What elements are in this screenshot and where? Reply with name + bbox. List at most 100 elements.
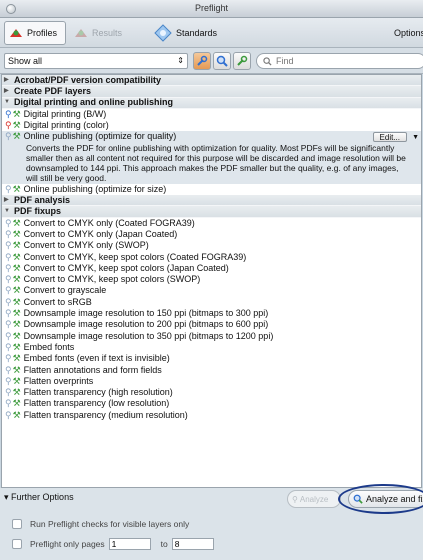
list-item[interactable]: ⚲ ⚒ Convert to CMYK only (Coated FOGRA39) (2, 218, 421, 229)
item-label: Convert to CMYK only (Japan Coated) (23, 228, 178, 239)
tab-profiles[interactable]: Profiles (4, 21, 66, 45)
check-filter-button[interactable] (213, 52, 231, 70)
list-item-selected[interactable]: ⚲ ⚒ Online publishing (optimize for quali… (2, 131, 421, 143)
list-item[interactable]: ⚲ ⚒ Convert to CMYK, keep spot colors (SWO… (2, 274, 421, 285)
item-label: Digital printing (color) (23, 120, 109, 131)
list-item[interactable]: ⚲ ⚒ Convert to CMYK, keep spot colors (Jap… (2, 263, 421, 274)
list-item[interactable]: ⚲ ⚒ Online publishing (optimize for size) (2, 184, 421, 195)
profile-tree[interactable]: ▶ Acrobat/PDF version compatibility ▶ Crea… (1, 74, 422, 488)
list-item[interactable]: ⚲ ⚒ Flatten transparency (low resolution) (2, 398, 421, 409)
wrench-icon: ⚒ (12, 319, 21, 330)
list-item[interactable]: ⚲ ⚒ Flatten transparency (medium resolutio… (2, 410, 421, 421)
tab-options-label: Options (394, 28, 423, 38)
list-item[interactable]: ⚲ ⚒ Flatten transparency (high resolution) (2, 387, 421, 398)
search-icon (263, 56, 272, 66)
standards-icon (154, 24, 172, 42)
page-to-input[interactable] (171, 538, 214, 550)
wrench-icon: ⚒ (12, 330, 21, 341)
group-label: PDF analysis (14, 195, 71, 205)
dropdown-arrow-icon[interactable]: ▼ (412, 132, 419, 142)
analyze-and-fix-label: Analyze and fix (365, 494, 423, 504)
item-label: Online publishing (optimize for size) (23, 183, 167, 194)
list-item[interactable]: ⚲ ⚒ Embed fonts (even if text is invisible… (2, 353, 421, 364)
analyze-button[interactable]: ⚲ Analyze (287, 490, 341, 508)
to-label: to (160, 539, 168, 549)
tab-results[interactable]: Results (74, 21, 122, 45)
list-item[interactable]: ⚲ ⚒ Convert to CMYK only (SWOP) (2, 240, 421, 251)
list-item[interactable]: ⚲ ⚒ Digital printing (color) (2, 120, 421, 131)
list-item[interactable]: ⚲ ⚒ Downsample image resolution to 150 ppi… (2, 308, 421, 319)
wrench-icon: ⚒ (12, 183, 21, 194)
item-label: Flatten transparency (high resolution) (23, 387, 173, 398)
search-input[interactable] (276, 56, 406, 66)
list-item[interactable]: ⚲ ⚒ Digital printing (B/W) (2, 109, 421, 120)
item-label: Convert to CMYK, keep spot colors (SWOP) (23, 274, 201, 285)
item-label: Online publishing (optimize for quality) (23, 131, 177, 142)
page-range-checkbox[interactable] (12, 539, 22, 549)
wrench-icon: ⚒ (12, 296, 21, 307)
list-item[interactable]: ⚲ ⚒ Convert to CMYK only (Japan Coated) (2, 229, 421, 240)
list-item[interactable]: ⚲ ⚒ Flatten annotations and form fields (2, 365, 421, 376)
item-label: Convert to CMYK, keep spot colors (Japan… (23, 262, 229, 273)
magnifier-icon: ⚲ (5, 308, 12, 319)
page-range-label: Preflight only pages (30, 539, 105, 549)
show-filter-select[interactable]: Show all ⇕ (4, 53, 188, 69)
page-range-option[interactable]: Preflight only pages to (12, 538, 214, 550)
fixup-filter-button[interactable] (193, 52, 211, 70)
wrench-icon: ⚒ (12, 364, 21, 375)
tab-profiles-label: Profiles (27, 28, 58, 38)
wrench-icon: ⚒ (12, 262, 21, 273)
title-bar: Preflight (0, 0, 423, 18)
tab-options[interactable]: Options (394, 21, 423, 45)
wrench-icon: ⚒ (12, 409, 21, 420)
edit-button[interactable]: Edit... (372, 132, 407, 143)
list-item[interactable]: ⚲ ⚒ Flatten overprints (2, 376, 421, 387)
visible-layers-option[interactable]: Run Preflight checks for visible layers … (12, 519, 189, 529)
wrench-icon: ⚒ (12, 274, 21, 285)
profile-filter-button[interactable] (233, 52, 251, 70)
item-label: Convert to CMYK, keep spot colors (Coate… (23, 251, 247, 262)
item-label: Downsample image resolution to 150 ppi (… (23, 308, 269, 319)
page-from-input[interactable] (108, 538, 151, 550)
profiles-icon (10, 29, 22, 37)
magnifier-icon: ⚲ (5, 387, 12, 398)
magnifier-icon (216, 55, 228, 67)
group-fixups[interactable]: ▼ PDF fixups (2, 206, 421, 218)
magnifier-icon: ⚲ (5, 364, 12, 375)
magnifier-icon: ⚲ (5, 120, 12, 131)
group-acrobat[interactable]: ▶ Acrobat/PDF version compatibility (2, 75, 421, 87)
toolbar: Profiles Results Standards Options (0, 18, 423, 48)
profile-description: Converts the PDF for online publishing w… (2, 142, 421, 184)
group-digital[interactable]: ▼ Digital printing and online publishing (2, 97, 421, 109)
group-analysis[interactable]: ▶ PDF analysis (2, 195, 421, 207)
wrench-icon: ⚒ (12, 398, 21, 409)
analyze-label: Analyze (299, 494, 329, 504)
expanded-triangle-icon: ▼ (4, 99, 10, 106)
item-label: Digital printing (B/W) (23, 108, 107, 119)
group-create-layers[interactable]: ▶ Create PDF layers (2, 86, 421, 98)
tab-standards[interactable]: Standards (154, 21, 217, 45)
item-label: Flatten transparency (medium resolution) (23, 409, 188, 420)
collapsed-triangle-icon: ▶ (4, 76, 9, 83)
magnifier-icon: ⚲ (5, 409, 12, 420)
magnifier-icon: ⚲ (5, 274, 12, 285)
magnifier-icon: ⚲ (5, 228, 12, 239)
tab-results-label: Results (92, 28, 123, 38)
further-options-toggle[interactable]: ▾ Further Options (4, 492, 74, 503)
list-item[interactable]: ⚲ ⚒ Convert to grayscale (2, 285, 421, 296)
list-item[interactable]: ⚲ ⚒ Embed fonts (2, 342, 421, 353)
magnifier-icon: ⚲ (5, 319, 12, 330)
item-label: Convert to CMYK only (SWOP) (23, 240, 149, 251)
list-item[interactable]: ⚲ ⚒ Convert to sRGB (2, 297, 421, 308)
list-item[interactable]: ⚲ ⚒ Downsample image resolution to 350 ppi… (2, 331, 421, 342)
analyze-and-fix-button[interactable]: Analyze and fix (348, 490, 423, 508)
list-item[interactable]: ⚲ ⚒ Downsample image resolution to 200 ppi… (2, 319, 421, 330)
select-arrows-icon: ⇕ (177, 56, 184, 65)
group-label: Acrobat/PDF version compatibility (14, 75, 162, 85)
item-label: Flatten annotations and form fields (23, 364, 162, 375)
item-label: Embed fonts (even if text is invisible) (23, 353, 170, 364)
list-item[interactable]: ⚲ ⚒ Convert to CMYK, keep spot colors (Coa… (2, 252, 421, 263)
search-field[interactable] (256, 53, 423, 69)
visible-layers-checkbox[interactable] (12, 519, 22, 529)
group-label: PDF fixups (14, 206, 62, 216)
